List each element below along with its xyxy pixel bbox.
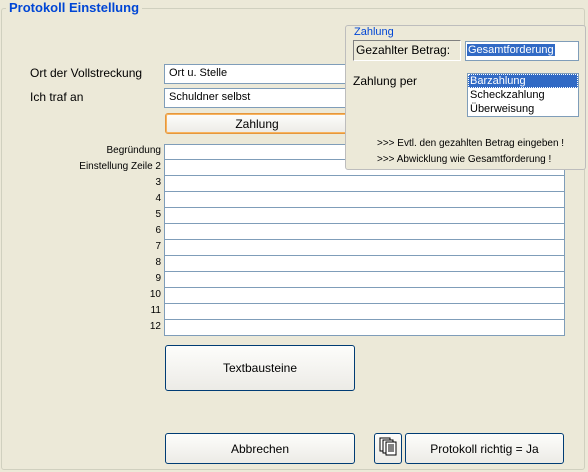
copy-pages-button[interactable] [374,433,402,464]
line-label-8: 8 [155,257,161,268]
frame-title: Protokoll Einstellung [6,0,143,15]
text-line-8[interactable] [164,256,565,272]
protokoll-richtig-button[interactable]: Protokoll richtig = Ja [405,433,564,464]
ort-field[interactable]: Ort u. Stelle [164,64,354,84]
listbox-option[interactable]: Barzahlung [468,74,578,88]
line-label-12: 12 [149,321,161,332]
text-line-10[interactable] [164,288,565,304]
hint-abwicklung: >>> Abwicklung wie Gesamtforderung ! [377,154,552,165]
text-line-9[interactable] [164,272,565,288]
per-label: Zahlung per [353,74,418,88]
ort-label: Ort der Vollstreckung [30,66,143,80]
zahlung-popup: Zahlung Gezahlter Betrag: Gesamtforderun… [345,25,586,170]
zahlung-per-listbox[interactable]: Barzahlung Scheckzahlung Überweisung [467,73,579,117]
text-line-12[interactable] [164,320,565,336]
line-label-5: 5 [155,209,161,220]
line-label-1: Begründung [106,145,162,156]
line-label-9: 9 [155,273,161,284]
copy-pages-icon [379,437,397,460]
zahlung-button[interactable]: Zahlung [165,113,349,134]
betrag-value: Gesamtforderung [467,44,555,56]
text-line-5[interactable] [164,208,565,224]
begruendung-lines [164,144,565,336]
text-line-11[interactable] [164,304,565,320]
traf-label: Ich traf an [30,90,84,104]
text-line-6[interactable] [164,224,565,240]
betrag-field[interactable]: Gesamtforderung [465,41,579,61]
line-label-7: 7 [155,241,161,252]
betrag-label: Gezahlter Betrag: [353,40,461,61]
textbausteine-button[interactable]: Textbausteine [165,345,355,391]
listbox-option[interactable]: Überweisung [468,102,578,116]
popup-title: Zahlung [354,26,394,38]
hint-betrag: >>> Evtl. den gezahlten Betrag eingeben … [377,138,565,149]
line-label-3: 3 [155,177,161,188]
text-line-3[interactable] [164,176,565,192]
line-label-2: Einstellung Zeile 2 [79,161,161,172]
traf-field[interactable]: Schuldner selbst [164,88,354,108]
line-label-10: 10 [149,289,161,300]
text-line-7[interactable] [164,240,565,256]
listbox-option[interactable]: Scheckzahlung [468,88,578,102]
text-line-4[interactable] [164,192,565,208]
abbrechen-button[interactable]: Abbrechen [165,433,355,464]
line-label-11: 11 [150,305,161,316]
line-label-6: 6 [155,225,161,236]
line-label-4: 4 [155,193,161,204]
